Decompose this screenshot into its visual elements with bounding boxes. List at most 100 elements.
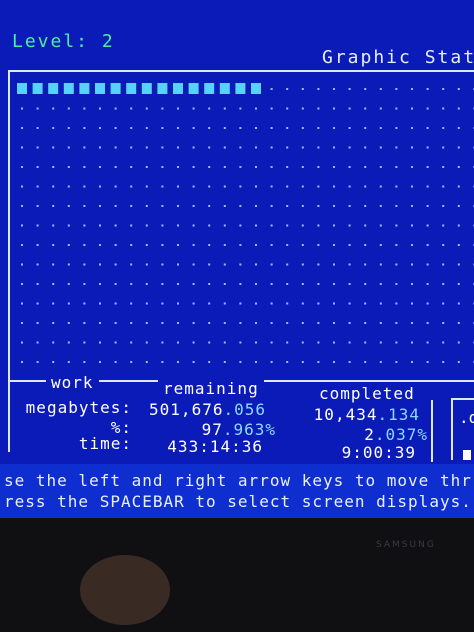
progress-cell-empty — [67, 107, 70, 110]
progress-cell-empty — [83, 263, 86, 266]
progress-cell-empty — [442, 185, 445, 188]
progress-cell-empty — [442, 341, 445, 344]
progress-cell-empty — [333, 263, 335, 266]
progress-cell-empty — [114, 107, 117, 110]
progress-cell-empty — [67, 302, 70, 305]
header-completed: completed — [314, 384, 420, 403]
progress-cell-empty — [67, 244, 70, 246]
progress-cell-empty — [21, 283, 23, 285]
progress-cell-empty — [442, 244, 445, 246]
progress-cell-empty — [426, 88, 429, 90]
progress-cell-empty — [52, 302, 55, 305]
progress-cell-empty — [192, 283, 195, 285]
progress-cell-empty — [36, 107, 39, 110]
progress-cell-empty — [379, 302, 382, 305]
progress-cell-empty — [364, 88, 367, 90]
progress-cell-empty — [301, 127, 304, 129]
progress-cell-empty — [161, 322, 164, 324]
progress-cell-empty — [130, 341, 133, 344]
monitor-brand: SAMSUNG — [376, 540, 436, 550]
progress-cell-empty — [208, 283, 211, 285]
progress-cell-empty — [239, 322, 242, 324]
progress-cell-empty — [239, 244, 242, 246]
progress-cell-empty — [145, 205, 148, 207]
progress-cell-empty — [145, 244, 148, 246]
progress-cell-empty — [99, 322, 101, 324]
progress-cell-empty — [52, 127, 55, 129]
progress-cell-empty — [333, 166, 335, 168]
progress-cell-empty — [255, 322, 257, 324]
progress-cell-empty — [317, 322, 320, 324]
progress-cell-empty — [36, 322, 39, 324]
progress-cell-empty — [255, 283, 257, 285]
progress-cell-empty — [426, 146, 429, 149]
progress-cell-filled — [17, 83, 27, 94]
progress-cell-empty — [192, 341, 195, 344]
progress-cell-empty — [83, 185, 86, 188]
progress-cell-empty — [114, 283, 117, 285]
progress-cell-empty — [395, 166, 398, 168]
progress-cell-empty — [145, 127, 148, 129]
header-remaining: remaining — [158, 379, 264, 398]
progress-cell-empty — [208, 322, 211, 324]
progress-cell-filled — [110, 83, 121, 94]
row-label-time: time: — [78, 434, 132, 453]
progress-cell-empty — [395, 302, 398, 305]
progress-cell-empty — [286, 283, 289, 285]
progress-cell-empty — [161, 302, 164, 305]
progress-cell-empty — [395, 205, 398, 207]
progress-cell-empty — [270, 205, 273, 207]
progress-cell-empty — [270, 127, 273, 129]
progress-cell-empty — [364, 322, 367, 324]
progress-cell-empty — [114, 263, 117, 266]
progress-cell-empty — [411, 341, 413, 344]
progress-cell-empty — [411, 185, 413, 188]
progress-cell-empty — [395, 341, 398, 344]
progress-cell-empty — [145, 185, 148, 188]
progress-cell-empty — [21, 224, 23, 227]
progress-cell-empty — [52, 244, 55, 246]
progress-cell-empty — [130, 205, 133, 207]
progress-cell-empty — [161, 107, 164, 110]
progress-cell-empty — [379, 185, 382, 188]
progress-cell-empty — [99, 302, 101, 305]
progress-cell-empty — [114, 205, 117, 207]
progress-cell-empty — [130, 263, 133, 266]
progress-cell-empty — [301, 88, 304, 90]
progress-cell-empty — [317, 341, 320, 344]
progress-cell-empty — [161, 283, 164, 285]
progress-cell-empty — [83, 361, 86, 363]
progress-cell-empty — [426, 166, 429, 168]
progress-cell-empty — [177, 185, 179, 188]
progress-cell-empty — [457, 302, 460, 305]
progress-cell-empty — [114, 322, 117, 324]
progress-cell-empty — [348, 127, 351, 129]
progress-cell-empty — [239, 205, 242, 207]
progress-cell-empty — [83, 166, 86, 168]
progress-cell-empty — [130, 302, 133, 305]
progress-cell-empty — [301, 146, 304, 149]
progress-cell-empty — [348, 88, 351, 90]
progress-cell-empty — [270, 107, 273, 110]
progress-cell-filled — [188, 83, 199, 94]
progress-cell-empty — [379, 322, 382, 324]
progress-cell-empty — [52, 224, 55, 227]
progress-cell-empty — [364, 361, 367, 363]
progress-cell-empty — [317, 185, 320, 188]
progress-cell-empty — [270, 224, 273, 227]
progress-cell-empty — [333, 341, 335, 344]
progress-cell-empty — [286, 205, 289, 207]
progress-cell-empty — [286, 185, 289, 188]
side-box-label: .o — [459, 408, 474, 427]
remaining-megabytes: 501,676.056 — [149, 400, 266, 419]
progress-cell-empty — [317, 302, 320, 305]
progress-cell-empty — [36, 146, 39, 149]
completed-megabytes: 10,434.134 — [313, 405, 420, 424]
progress-cell-empty — [286, 107, 289, 110]
progress-cell-empty — [255, 185, 257, 188]
progress-cell-empty — [36, 361, 39, 363]
progress-cell-empty — [317, 127, 320, 129]
progress-cell-empty — [364, 224, 367, 227]
progress-cell-filled — [251, 83, 261, 94]
progress-cell-empty — [348, 302, 351, 305]
